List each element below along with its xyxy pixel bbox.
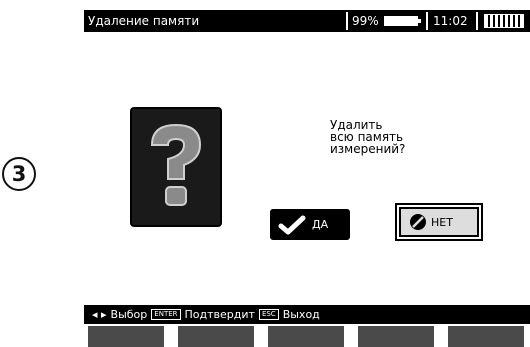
check-icon xyxy=(278,215,306,234)
hint-bar: ◂ ▸ Выбор ENTER Подтвердит ESC Выход xyxy=(84,305,530,324)
hint-select: Выбор xyxy=(110,308,148,321)
enter-key-icon: ENTER xyxy=(151,309,181,320)
cancel-icon xyxy=(410,214,426,230)
softkey-3[interactable] xyxy=(268,326,344,347)
softkey-1[interactable] xyxy=(88,326,164,347)
yes-button[interactable]: ДА xyxy=(270,209,350,240)
softkey-2[interactable] xyxy=(178,326,254,347)
hint-exit: Выход xyxy=(282,308,320,321)
confirm-prompt: Удалить всю память измерений? xyxy=(330,118,406,156)
no-label: НЕТ xyxy=(431,215,453,229)
battery-percent: 99% xyxy=(352,14,379,28)
status-divider xyxy=(346,12,348,30)
hint-confirm: Подтвердит xyxy=(184,308,255,321)
arrow-keys-icon: ◂ ▸ xyxy=(92,308,107,321)
no-button[interactable]: НЕТ xyxy=(395,203,483,241)
softkey-4[interactable] xyxy=(358,326,434,347)
softkey-5[interactable] xyxy=(448,326,524,347)
screen-title: Удаление памяти xyxy=(88,14,200,28)
status-divider xyxy=(476,12,478,30)
status-bar: Удаление памяти 99% 11:02 xyxy=(84,10,530,32)
clock: 11:02 xyxy=(433,14,468,28)
yes-label: ДА xyxy=(312,218,329,231)
device-screen: Удаление памяти 99% 11:02 Удалить всю па… xyxy=(84,10,530,347)
esc-key-icon: ESC xyxy=(258,309,279,320)
status-divider xyxy=(426,12,428,30)
step-marker: 3 xyxy=(2,157,36,191)
battery-icon xyxy=(384,16,421,26)
question-mark-icon xyxy=(130,107,222,227)
softkey-row xyxy=(84,326,530,347)
signal-icon xyxy=(484,14,524,28)
